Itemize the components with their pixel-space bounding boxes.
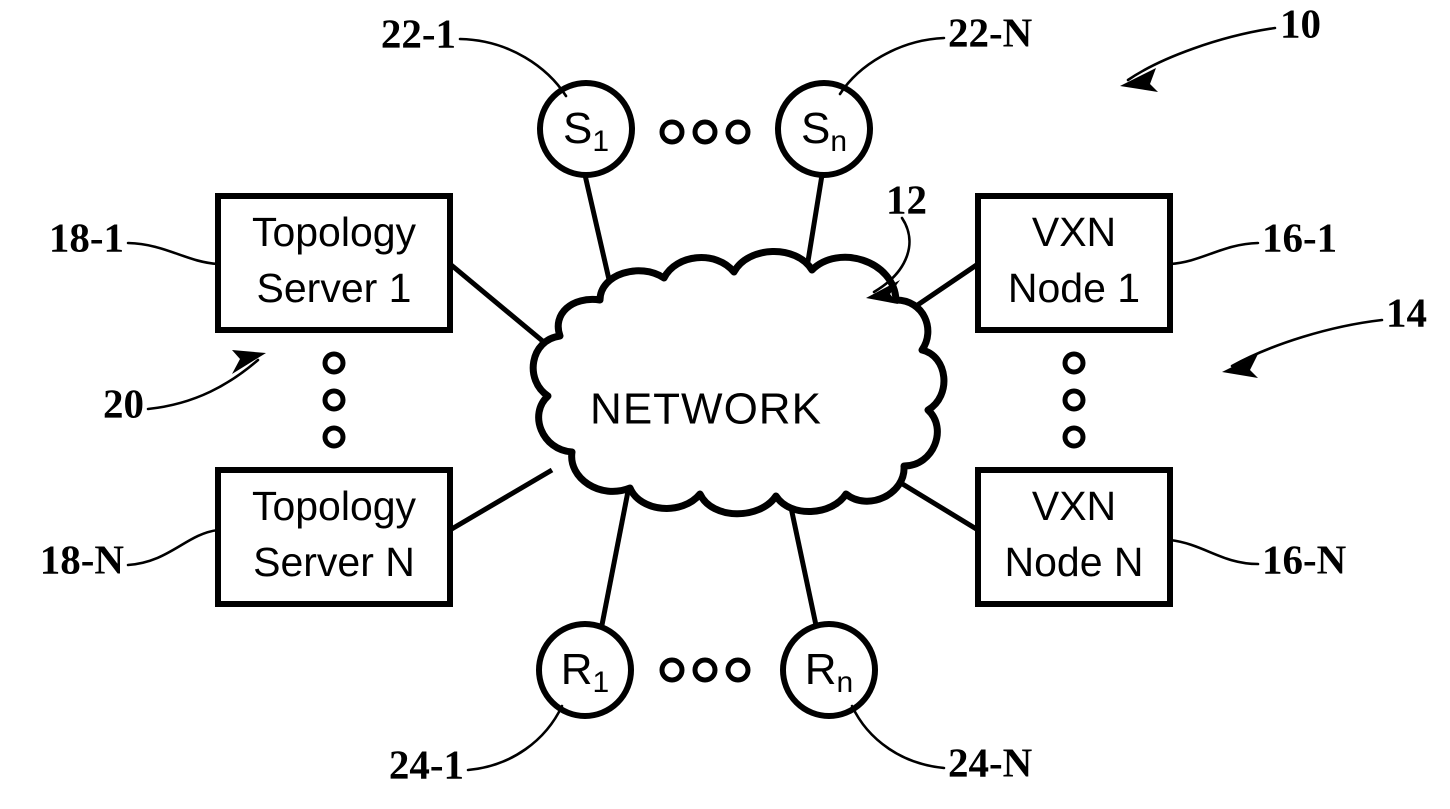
node-s1-base: S	[563, 104, 592, 153]
topology-server-n-line1: Topology	[252, 483, 417, 529]
ref-22-1: 22-1	[381, 10, 568, 98]
ellipsis-dot	[725, 119, 751, 145]
ref-18-N-leader	[126, 528, 220, 567]
topology-server-1-line2: Server 1	[257, 265, 412, 311]
top-row-ellipsis	[659, 119, 751, 145]
topology-server-1-box[interactable]: Topology Server 1	[215, 193, 453, 333]
ref-20: 20	[103, 350, 266, 426]
ref-24-N: 24-N	[850, 704, 1033, 785]
ellipsis-dot	[692, 657, 718, 683]
ref-16-1-label: 16-1	[1262, 214, 1337, 260]
node-sn[interactable]: Sn	[775, 80, 873, 178]
figure-canvas: NETWORK Topology Server 1 Topology Serve…	[40, 0, 1427, 787]
ref-16-N-label: 16-N	[1262, 536, 1347, 582]
ref-10-label: 10	[1280, 0, 1321, 46]
vxn-node-n-box[interactable]: VXN Node N	[975, 467, 1173, 607]
node-rn-base: R	[805, 645, 837, 694]
ellipsis-dot	[322, 351, 346, 375]
vxn-node-n-line1: VXN	[1032, 483, 1116, 529]
ref-24-1-leader	[466, 704, 564, 772]
ellipsis-dot	[692, 119, 718, 145]
ellipsis-dot	[659, 657, 685, 683]
patent-figure: NETWORK Topology Server 1 Topology Serve…	[0, 0, 1450, 809]
ref-18-1: 18-1	[49, 214, 220, 266]
ref-14-label: 14	[1386, 289, 1427, 335]
link-topology-server-n-to-network	[448, 467, 554, 533]
ref-20-label: 20	[103, 380, 144, 426]
ref-24-1-label: 24-1	[389, 741, 464, 787]
ellipsis-dot	[725, 657, 751, 683]
ref-16-1: 16-1	[1168, 214, 1337, 266]
vxn-node-n-line2: Node N	[1004, 539, 1143, 585]
ref-16-N: 16-N	[1168, 536, 1347, 582]
link-rn-to-network	[786, 497, 820, 631]
ref-10: 10	[1120, 0, 1321, 92]
ref-22-N-label: 22-N	[948, 9, 1033, 55]
ref-22-1-leader	[458, 37, 568, 98]
ellipsis-dot	[659, 119, 685, 145]
node-rn[interactable]: Rn	[780, 621, 878, 719]
ref-18-N-label: 18-N	[40, 536, 125, 582]
network-cloud-label: NETWORK	[590, 385, 822, 434]
node-sn-subscript: n	[830, 125, 847, 158]
ellipsis-dot	[1062, 388, 1086, 412]
ellipsis-dot	[322, 425, 346, 449]
ref-24-N-label: 24-N	[948, 739, 1033, 785]
vxn-node-1-box[interactable]: VXN Node 1	[975, 193, 1173, 333]
node-rn-subscript: n	[837, 666, 854, 699]
ref-16-1-leader	[1168, 241, 1260, 266]
ellipsis-dot	[1062, 425, 1086, 449]
node-r1-subscript: 1	[593, 666, 610, 699]
ellipsis-dot	[1062, 351, 1086, 375]
vxn-node-1-line1: VXN	[1032, 209, 1116, 255]
vxn-node-1-line2: Node 1	[1008, 265, 1140, 311]
ref-18-N: 18-N	[40, 528, 220, 582]
ref-18-1-leader	[126, 241, 220, 266]
ref-20-arrowhead	[232, 350, 266, 374]
ref-16-N-leader	[1168, 538, 1260, 566]
ref-18-1-label: 18-1	[49, 214, 124, 260]
bottom-row-ellipsis	[659, 657, 751, 683]
ref-22-N-leader	[838, 36, 946, 96]
ref-24-1: 24-1	[389, 704, 564, 787]
ref-24-N-leader	[850, 704, 946, 770]
node-s1-subscript: 1	[592, 125, 609, 158]
node-r1[interactable]: R1	[536, 621, 634, 719]
ref-22-1-label: 22-1	[381, 10, 456, 56]
topology-server-n-box[interactable]: Topology Server N	[215, 467, 453, 607]
node-r1-base: R	[561, 645, 593, 694]
node-sn-base: S	[801, 104, 830, 153]
link-r1-to-network	[598, 480, 633, 631]
ref-14-arrowhead	[1222, 354, 1258, 378]
ref-14: 14	[1222, 289, 1427, 378]
left-column-ellipsis	[322, 351, 346, 449]
topology-server-1-line1: Topology	[252, 209, 417, 255]
right-column-ellipsis	[1062, 351, 1086, 449]
ellipsis-dot	[322, 388, 346, 412]
topology-server-n-line2: Server N	[253, 539, 415, 585]
node-s1[interactable]: S1	[537, 80, 635, 178]
ref-12-label: 12	[886, 176, 927, 222]
ref-22-N: 22-N	[838, 9, 1033, 96]
